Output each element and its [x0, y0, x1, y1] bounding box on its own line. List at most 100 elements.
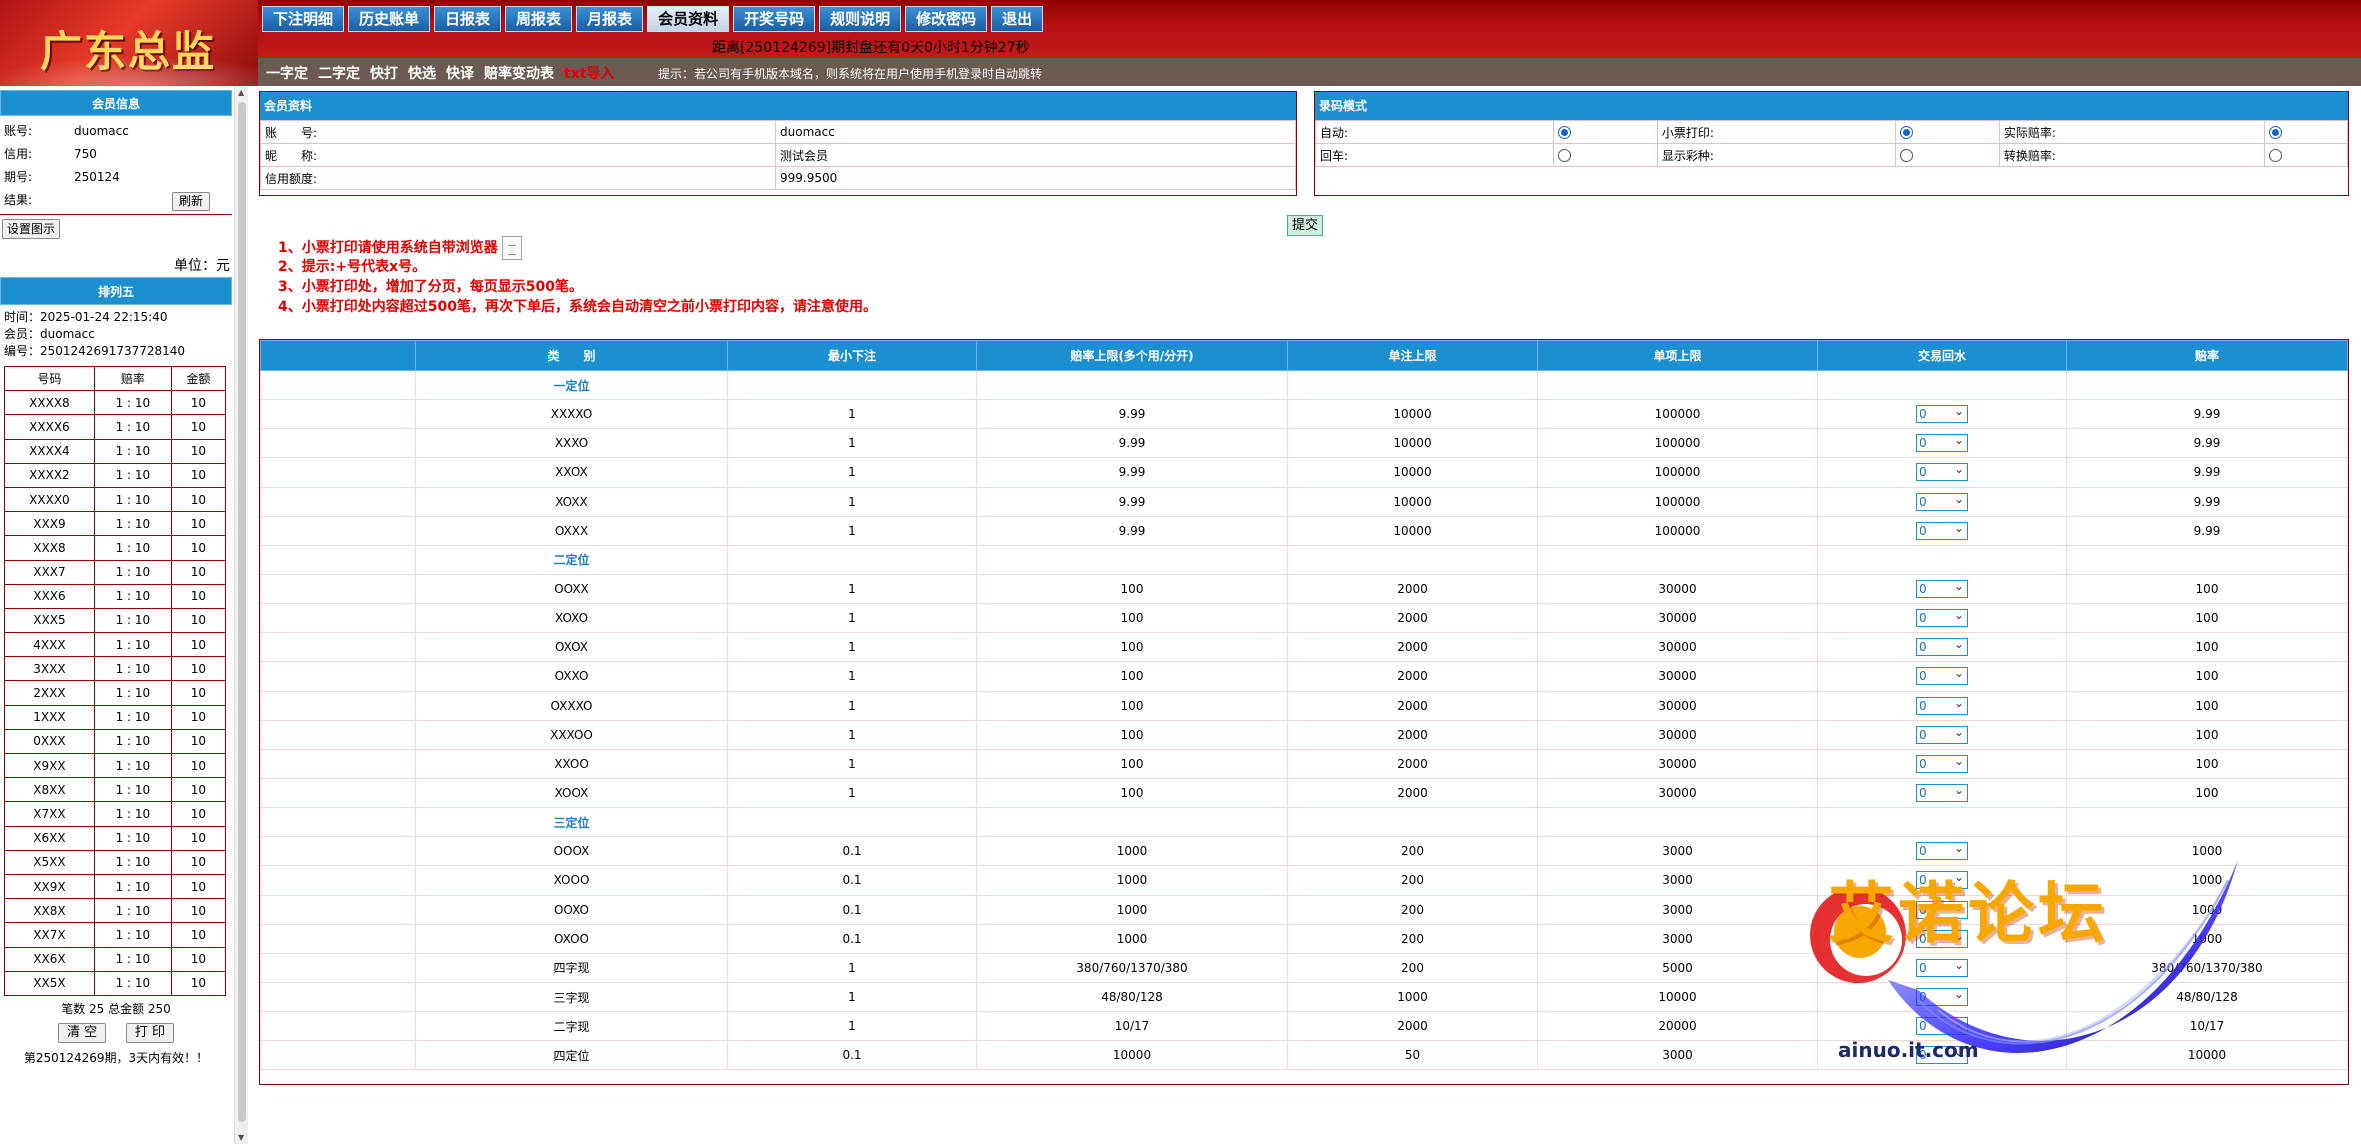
rebate-select[interactable]: 0 [1916, 782, 1968, 803]
odds-cell-single: 2000 [1287, 748, 1538, 779]
nav-item[interactable]: 日报表 [434, 6, 502, 32]
rebate-select[interactable]: 0 [1916, 491, 1968, 511]
logo: 广东总监 [0, 0, 258, 86]
sub-nav-link[interactable]: 快选 [408, 63, 436, 83]
radio-button[interactable] [2268, 149, 2282, 162]
rebate-select[interactable]: 0 [1916, 1044, 1968, 1065]
odds-cell-min: 1 [727, 399, 977, 430]
ticket-cell: X7XX [4, 801, 95, 827]
rebate-select[interactable]: 0 [1916, 986, 1968, 1007]
odds-cell-odds: 100 [2066, 690, 2348, 721]
nav-item[interactable]: 月报表 [576, 6, 644, 32]
rebate-select[interactable]: 0 [1916, 695, 1968, 715]
member-info-row: 账 号: duomacc [260, 120, 1296, 144]
odds-row: OXXO11002000300000100 [260, 661, 2348, 692]
ticket-code: 编号：2501242691737728140 [4, 344, 186, 358]
ticket-cell: 1 : 10 [93, 535, 172, 561]
print-button[interactable]: 打 印 [125, 1022, 175, 1043]
sub-nav-link[interactable]: 快译 [446, 63, 474, 83]
odds-header-cell: 单项上限 [1537, 340, 1818, 371]
rebate-select[interactable]: 0 [1916, 665, 1968, 686]
ticket-cell: 1XXX [4, 704, 95, 730]
nav-item[interactable]: 修改密码 [905, 6, 988, 32]
ticket-cell: 10 [170, 825, 227, 851]
nav-item[interactable]: 下注明细 [262, 6, 345, 32]
ticket-row: X8XX 1 : 10 10 [4, 777, 227, 803]
radio-button[interactable] [1899, 126, 1913, 139]
rebate-select[interactable]: 0 [1916, 607, 1968, 628]
odds-cell-item: 100000 [1537, 486, 1818, 517]
odds-row: XOXX19.991000010000009.99 [260, 486, 2348, 517]
rebate-select[interactable]: 0 [1916, 840, 1968, 861]
scroll-thumb[interactable] [238, 102, 246, 1122]
odds-cell-odds: 100 [2066, 719, 2348, 750]
ticket-cell: 10 [170, 728, 227, 755]
left-scrollbar[interactable]: ▲ ▼ [234, 86, 248, 1144]
odds-cell-max-odds: 100 [976, 603, 1288, 634]
odds-cell-max-odds: 1000 [976, 923, 1288, 954]
member-panel-title: 会员信息 [0, 90, 232, 116]
refresh-button[interactable]: 刷新 [172, 192, 211, 211]
ticket-cell: 10 [170, 680, 227, 706]
nav-item[interactable]: 退出 [991, 6, 1044, 32]
odds-cell-odds: 100 [2066, 777, 2348, 809]
odds-cell-odds: 9.99 [2066, 457, 2348, 488]
rebate-select[interactable]: 0 [1916, 520, 1968, 540]
rebate-select[interactable]: 0 [1916, 957, 1968, 977]
ticket-cell: 10 [170, 511, 227, 537]
sub-nav-link[interactable]: 赔率变动表 [484, 63, 554, 83]
sub-nav-link[interactable]: 二字定 [318, 63, 360, 83]
nav-item[interactable]: 会员资料 [647, 6, 730, 32]
ticket-cell: XXXX0 [4, 486, 95, 513]
rebate-select[interactable]: 0 [1916, 461, 1968, 482]
odds-cell-item: 30000 [1537, 777, 1818, 809]
rebate-select[interactable]: 0 [1916, 432, 1968, 453]
odds-header-cell: 赔率上限(多个用/分开) [976, 340, 1288, 371]
sub-nav-link[interactable]: 一字定 [266, 63, 308, 83]
scroll-up-icon[interactable]: ▲ [238, 88, 244, 97]
odds-cell-single: 10000 [1287, 486, 1538, 517]
scroll-down-icon[interactable]: ▼ [238, 1133, 244, 1142]
record-mode-row: 自动: 小票打印: 实际赔率: [1315, 120, 2349, 144]
radio-button[interactable] [1557, 126, 1571, 139]
settings-demo-button[interactable]: 设置图示 [2, 219, 61, 239]
ticket-row: XX8X 1 : 10 10 [4, 898, 227, 924]
unit-label: 单位：元 [174, 258, 230, 274]
odds-cell-min: 1 [727, 573, 977, 605]
rebate-select[interactable]: 0 [1916, 724, 1968, 744]
rebate-select[interactable]: 0 [1916, 636, 1968, 657]
rebate-select[interactable]: 0 [1916, 578, 1968, 599]
rebate-select[interactable]: 0 [1916, 753, 1968, 773]
ticket-cell: 10 [170, 462, 227, 488]
member-info-title: 会员资料 [260, 92, 1296, 120]
rebate-select[interactable]: 0 [1916, 403, 1968, 424]
submit-button[interactable]: 提交 [1287, 215, 1324, 236]
nav-item[interactable]: 开奖号码 [733, 6, 816, 32]
odds-cell-item: 30000 [1537, 573, 1818, 605]
nav-item[interactable]: 规则说明 [819, 6, 902, 32]
rebate-select[interactable]: 0 [1916, 899, 1968, 919]
odds-row: XXOO11002000300000100 [260, 748, 2348, 779]
sub-nav-link[interactable]: 快打 [370, 63, 398, 83]
odds-cell-odds: 9.99 [2066, 428, 2348, 459]
rebate-select[interactable]: 0 [1916, 1015, 1968, 1036]
nav-item[interactable]: 历史账单 [348, 6, 431, 32]
odds-cell-single: 200 [1287, 836, 1538, 867]
odds-cell-min: 0.1 [727, 865, 977, 896]
txt-import-link[interactable]: txt导入 [564, 63, 614, 83]
odds-cell-max-odds: 9.99 [976, 515, 1288, 546]
rebate-select[interactable]: 0 [1916, 928, 1968, 948]
radio-button[interactable] [2268, 126, 2282, 139]
odds-row: XOOO0.11000200300001000 [260, 865, 2348, 896]
radio-button[interactable] [1557, 149, 1571, 162]
main-nav: 下注明细 历史账单 日报表 周报表 月报表 会员资料 开奖号码 规则说明 修改密码 退出 [262, 6, 1044, 32]
ticket-cell: 1 : 10 [93, 462, 172, 488]
radio-button[interactable] [1899, 149, 1913, 162]
odds-cell-item: 30000 [1537, 748, 1818, 779]
odds-cell-item: 30000 [1537, 632, 1818, 663]
nav-item[interactable]: 周报表 [505, 6, 573, 32]
ticket-row: 0XXX 1 : 10 10 [4, 728, 227, 755]
clear-button[interactable]: 清 空 [57, 1022, 107, 1043]
odds-cell-item: 20000 [1537, 1011, 1818, 1042]
rebate-select[interactable]: 0 [1916, 869, 1968, 890]
